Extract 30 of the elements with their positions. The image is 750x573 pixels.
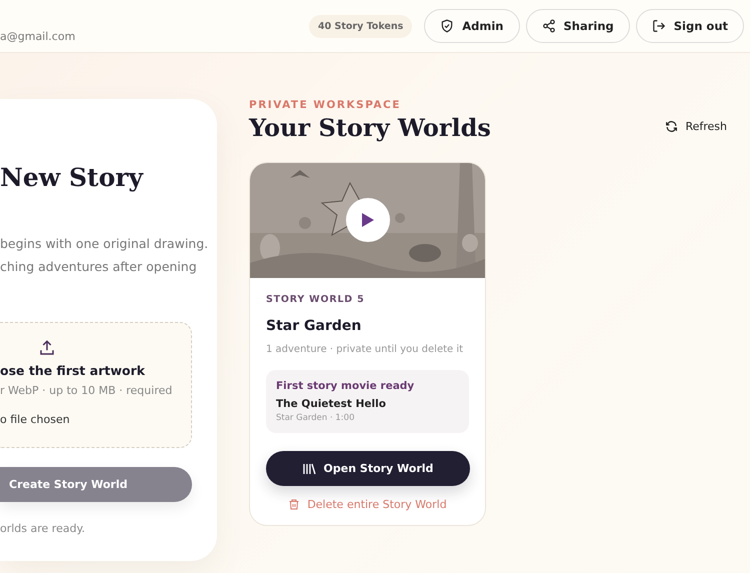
page-title: Your Story Worlds <box>249 113 491 142</box>
signout-button[interactable]: Sign out <box>636 9 744 43</box>
panel-title: New Story <box>0 163 144 192</box>
user-email: a@gmail.com <box>0 30 76 42</box>
library-icon <box>302 462 316 474</box>
upload-dropzone[interactable]: ose the first artwork r WebP · up to 10 MB · required o file chosen <box>0 322 192 448</box>
movie-details: Star Garden · 1:00 <box>276 413 356 423</box>
trash-icon <box>288 498 300 511</box>
sign-out-icon <box>652 19 666 33</box>
world-name: Star Garden <box>266 318 362 334</box>
share-icon <box>542 19 556 33</box>
admin-button[interactable]: Admin <box>424 9 520 43</box>
sharing-button[interactable]: Sharing <box>526 9 630 43</box>
section-eyebrow: PRIVATE WORKSPACE <box>249 99 402 111</box>
play-icon <box>361 212 375 228</box>
world-meta: 1 adventure · private until you delete it <box>266 344 464 355</box>
upload-icon <box>38 339 56 357</box>
world-number: STORY WORLD 5 <box>266 294 366 305</box>
file-status: o file chosen <box>0 413 71 426</box>
shield-icon <box>440 19 454 33</box>
panel-description: begins with one original drawing. ching adventures after opening <box>0 235 210 276</box>
upload-hint: r WebP · up to 10 MB · required <box>0 384 174 397</box>
movie-title: The Quietest Hello <box>276 398 387 410</box>
status-note: orlds are ready. <box>0 522 86 535</box>
movie-status: First story movie ready <box>276 380 416 392</box>
open-story-world-button[interactable]: Open Story World <box>266 451 470 486</box>
refresh-button[interactable]: Refresh <box>665 120 727 133</box>
upload-title: ose the first artwork <box>0 363 146 378</box>
refresh-icon <box>665 120 678 133</box>
token-count: 40 Story Tokens <box>308 14 412 38</box>
